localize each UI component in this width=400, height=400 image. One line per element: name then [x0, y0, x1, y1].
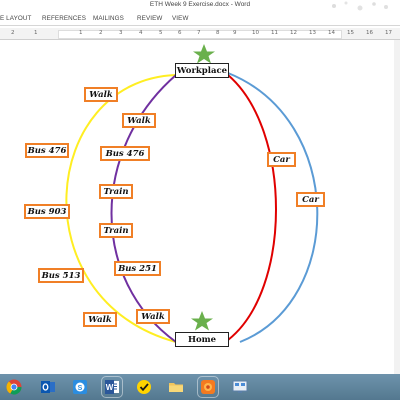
route-label-box[interactable]: Walk	[136, 309, 170, 324]
network-icon[interactable]	[232, 379, 248, 395]
route-label-box[interactable]: Car	[267, 152, 296, 167]
folder-icon[interactable]	[168, 379, 184, 395]
norton-icon[interactable]	[136, 379, 152, 395]
home-box[interactable]: Home	[175, 332, 229, 347]
media-icon[interactable]	[197, 376, 219, 398]
route-label-box[interactable]: Bus 476	[100, 146, 150, 161]
route-label: Walk	[88, 314, 112, 325]
route-label-box[interactable]: Bus 251	[114, 261, 161, 276]
svg-text:S: S	[78, 385, 83, 392]
workplace-star-icon	[193, 44, 215, 64]
route-label: Bus 476	[105, 148, 145, 159]
route-label-box[interactable]: Walk	[84, 87, 118, 102]
home-label: Home	[187, 334, 217, 345]
route-label: Train	[103, 225, 129, 236]
route-label: Walk	[141, 311, 165, 322]
route-label-box[interactable]: Bus 513	[38, 268, 84, 283]
route-label: Bus 251	[118, 263, 157, 274]
route-label: Car	[273, 154, 290, 165]
home-star-icon	[191, 311, 213, 331]
outlook-icon[interactable]	[40, 379, 56, 395]
car-route-red	[227, 74, 277, 341]
route-label: Train	[103, 186, 129, 197]
route-label-box[interactable]: Car	[296, 192, 325, 207]
windows-taskbar: S W	[0, 374, 400, 400]
route-label: Walk	[89, 89, 113, 100]
route-label-box[interactable]: Bus 903	[24, 204, 70, 219]
route-label-box[interactable]: Train	[99, 223, 133, 238]
word-icon[interactable]: W	[101, 376, 123, 398]
route-label-box[interactable]: Train	[99, 184, 133, 199]
route-label-box[interactable]: Walk	[83, 312, 117, 327]
car-route-blue	[227, 72, 319, 343]
route-label: Car	[302, 194, 319, 205]
workplace-label: Workplace	[176, 65, 228, 76]
chrome-icon[interactable]	[6, 379, 22, 395]
workplace-box[interactable]: Workplace	[175, 63, 229, 78]
route-label: Bus 513	[41, 270, 81, 281]
route-label: Bus 476	[27, 145, 67, 156]
svg-text:W: W	[106, 383, 114, 392]
route-label-box[interactable]: Bus 476	[25, 143, 69, 158]
route-label: Bus 903	[27, 206, 67, 217]
route-label-box[interactable]: Walk	[122, 113, 156, 128]
skype-icon[interactable]: S	[72, 379, 88, 395]
route-label: Walk	[127, 115, 151, 126]
